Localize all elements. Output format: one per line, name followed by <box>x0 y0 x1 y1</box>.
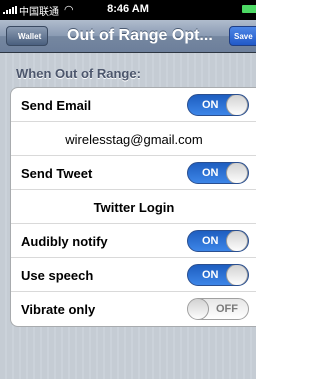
toggle-state-text: OFF <box>216 303 238 315</box>
vibrate-only-toggle[interactable]: OFF <box>187 298 249 320</box>
vibrate-only-label: Vibrate only <box>21 302 96 317</box>
row-email-address[interactable]: wirelesstag@gmail.com <box>11 122 256 156</box>
row-send-tweet: Send Tweet ON <box>11 156 256 190</box>
toggle-state-text: ON <box>202 235 219 247</box>
toggle-knob <box>188 299 209 319</box>
send-email-label: Send Email <box>21 98 92 113</box>
toggle-state-text: ON <box>202 167 219 179</box>
send-tweet-label: Send Tweet <box>21 166 93 181</box>
battery-icon <box>242 5 256 13</box>
toggle-knob <box>226 231 248 251</box>
row-audibly-notify: Audibly notify ON <box>11 224 256 258</box>
toggle-state-text: ON <box>202 99 219 111</box>
settings-group: Send Email ON wirelesstag@gmail.com Send… <box>10 87 256 327</box>
send-tweet-toggle[interactable]: ON <box>187 162 249 184</box>
row-send-email: Send Email ON <box>11 88 256 122</box>
status-bar: 中国联通 ◠ 8:46 AM <box>0 0 256 20</box>
save-button[interactable]: Save <box>229 26 256 46</box>
twitter-login-label: Twitter Login <box>93 200 175 215</box>
status-time: 8:46 AM <box>107 3 149 15</box>
toggle-knob <box>226 265 248 285</box>
navigation-bar: Wallet Out of Range Opt... Save <box>0 20 256 53</box>
audibly-notify-toggle[interactable]: ON <box>187 230 249 252</box>
twitter-login-button[interactable]: Twitter Login <box>11 190 256 224</box>
email-address-value: wirelesstag@gmail.com <box>65 132 203 147</box>
toggle-state-text: ON <box>202 269 219 281</box>
back-button[interactable]: Wallet <box>6 26 49 46</box>
row-vibrate-only: Vibrate only OFF <box>11 292 256 326</box>
page-title: Out of Range Opt... <box>67 27 213 44</box>
use-speech-label: Use speech <box>21 268 94 283</box>
section-header: When Out of Range: <box>16 66 141 81</box>
toggle-knob <box>226 95 248 115</box>
row-use-speech: Use speech ON <box>11 258 256 292</box>
send-email-toggle[interactable]: ON <box>187 94 249 116</box>
audibly-notify-label: Audibly notify <box>21 234 108 249</box>
use-speech-toggle[interactable]: ON <box>187 264 249 286</box>
screen: 中国联通 ◠ 8:46 AM Wallet Out of Range Opt..… <box>0 0 256 379</box>
toggle-knob <box>226 163 248 183</box>
